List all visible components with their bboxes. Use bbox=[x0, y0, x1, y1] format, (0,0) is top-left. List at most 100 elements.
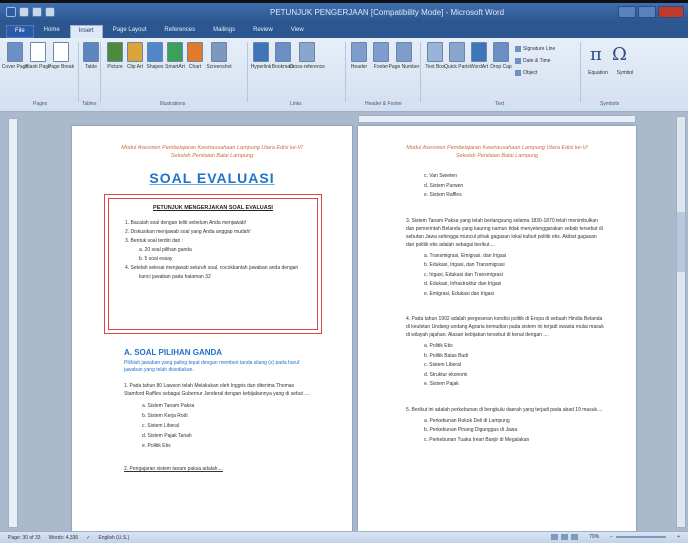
ribbon-button-label: SmartArt bbox=[165, 64, 185, 70]
cover-page-icon bbox=[7, 42, 23, 62]
group-label-tables: Tables bbox=[82, 101, 97, 107]
picture-icon bbox=[107, 42, 123, 62]
zoom-out-icon[interactable]: − bbox=[610, 534, 613, 540]
answer-option: e. Sistem Pajak bbox=[424, 381, 459, 387]
table-button[interactable]: Table bbox=[80, 42, 102, 70]
pi-icon[interactable]: π bbox=[590, 44, 602, 65]
language-indicator[interactable]: English (U.S.) bbox=[98, 535, 129, 541]
drop-cap-button[interactable]: Drop Cap bbox=[490, 42, 512, 70]
document-workspace: Modul Asesmen Pembelajaran Kewirausahaan… bbox=[0, 112, 688, 531]
header-button[interactable]: Header bbox=[348, 42, 370, 70]
cross-reference-button[interactable]: Cross-reference bbox=[289, 42, 325, 70]
group-separator bbox=[345, 42, 346, 102]
zoom-slider[interactable] bbox=[616, 536, 667, 538]
bookmark-icon bbox=[275, 42, 291, 62]
question-4: 4. Pada tahun 1902 adalah pergeseran kon… bbox=[406, 316, 604, 338]
wordart-button[interactable]: WordArt bbox=[468, 42, 490, 70]
tab-review[interactable]: Review bbox=[245, 25, 281, 38]
redo-icon[interactable] bbox=[45, 7, 55, 17]
minimize-button[interactable] bbox=[618, 6, 636, 18]
answer-option: c. Sistem Liberal bbox=[142, 423, 179, 429]
equation-button[interactable]: Equation bbox=[583, 68, 613, 76]
undo-icon[interactable] bbox=[32, 7, 42, 17]
group-separator bbox=[100, 42, 101, 102]
smartart-button[interactable]: SmartArt bbox=[164, 42, 186, 70]
question-3-options: a. Transmigrasi, Emigrasi, dan Irigasi b.… bbox=[358, 252, 636, 300]
question-1-options-continued: c. Van Swieten d. Sistem Purwen e. Sistem … bbox=[358, 172, 636, 201]
object-button[interactable]: Object bbox=[515, 70, 555, 76]
cover-page-button[interactable]: Cover Page bbox=[2, 42, 28, 70]
drop-cap-icon bbox=[493, 42, 509, 62]
page-number-button[interactable]: Page Number bbox=[389, 42, 419, 70]
word-logo-icon bbox=[6, 7, 16, 17]
scrollbar-thumb[interactable] bbox=[677, 212, 685, 272]
close-button[interactable] bbox=[658, 6, 684, 18]
screenshot-icon bbox=[211, 42, 227, 62]
zoom-in-icon[interactable]: + bbox=[677, 534, 680, 540]
date-time-button[interactable]: Date & Time bbox=[515, 58, 555, 64]
answer-option: d. Edukasi, Infrastruktur dan Irigasi bbox=[424, 281, 502, 287]
answer-option: b. Perkebunan Pinang Digunggus di Jawa bbox=[424, 427, 518, 433]
quick-parts-button[interactable]: Quick Parts bbox=[444, 42, 470, 70]
wordart-icon bbox=[471, 42, 487, 62]
shapes-button[interactable]: Shapes bbox=[144, 42, 166, 70]
tab-file[interactable]: File bbox=[6, 25, 34, 38]
ribbon-button-label: Drop Cap bbox=[490, 64, 512, 70]
question-3: 3. Sistem Tanam Paksa yang telah berlang… bbox=[406, 217, 603, 248]
page-count[interactable]: Page: 30 of 33 bbox=[8, 535, 41, 541]
ribbon-tabs: File Home Insert Page Layout References … bbox=[0, 22, 688, 38]
proofing-icon[interactable]: ✓ bbox=[86, 535, 90, 541]
maximize-button[interactable] bbox=[638, 6, 656, 18]
group-separator bbox=[247, 42, 248, 102]
clip-art-button[interactable]: Clip Art bbox=[124, 42, 146, 70]
question-2: 2. Pengajaran sistem tanam paksa adalah.… bbox=[124, 466, 223, 472]
symbol-button[interactable]: Symbol bbox=[612, 68, 638, 76]
ribbon-button-label: Shapes bbox=[146, 64, 164, 70]
full-screen-icon[interactable] bbox=[561, 534, 569, 540]
tab-home[interactable]: Home bbox=[36, 25, 68, 38]
page-number-icon bbox=[396, 42, 412, 62]
status-bar: Page: 30 of 33 Words: 4,336 ✓ English (U… bbox=[0, 531, 688, 543]
ribbon-button-label: Picture bbox=[107, 64, 123, 70]
chart-button[interactable]: Chart bbox=[184, 42, 206, 70]
vertical-scrollbar[interactable] bbox=[676, 116, 686, 528]
print-layout-icon[interactable] bbox=[551, 534, 559, 540]
horizontal-ruler bbox=[358, 115, 636, 123]
answer-option: c. Irigasi, Edukasi dan Transmigrasi bbox=[424, 271, 503, 278]
ribbon-button-label: Cross-reference bbox=[289, 64, 325, 70]
text-box-button[interactable]: Text Box bbox=[424, 42, 446, 70]
save-icon[interactable] bbox=[19, 7, 29, 17]
instruction-item: 1. Bacalah soal dengan teliti sebelum An… bbox=[125, 220, 247, 226]
zoom-level[interactable]: 70% bbox=[589, 534, 599, 540]
answer-option: e. Emigrasi, Edukasi dan Irigasi bbox=[424, 290, 495, 297]
instruction-item: b. 5 soal essay bbox=[139, 256, 173, 262]
signature-line-button[interactable]: Signature Line bbox=[515, 46, 555, 52]
tab-insert[interactable]: Insert bbox=[69, 25, 103, 38]
footer-icon bbox=[373, 42, 389, 62]
zoom-control: 70% − + bbox=[551, 534, 680, 540]
word-count[interactable]: Words: 4,336 bbox=[49, 535, 79, 541]
document-page-1[interactable]: Modul Asesmen Pembelajaran Kewirausahaan… bbox=[72, 126, 352, 531]
tab-page-layout[interactable]: Page Layout bbox=[105, 25, 155, 38]
picture-button[interactable]: Picture bbox=[104, 42, 126, 70]
group-label-links: Links bbox=[290, 101, 302, 107]
instructions-box: PETUNJUK MENGERJAKAN SOAL EVALUASI 1. Ba… bbox=[104, 194, 322, 334]
answer-option: a. Sistem Tanam Paksa bbox=[142, 403, 195, 409]
hyperlink-button[interactable]: Hyperlink bbox=[250, 42, 272, 70]
web-layout-icon[interactable] bbox=[571, 534, 579, 540]
blank-page-button[interactable]: Blank Page bbox=[25, 42, 51, 70]
tab-mailings[interactable]: Mailings bbox=[205, 25, 243, 38]
quick-parts-icon bbox=[449, 42, 465, 62]
omega-icon[interactable]: Ω bbox=[612, 44, 627, 65]
clip-art-icon bbox=[127, 42, 143, 62]
answer-option: a. Perkebunan Rokok Deli di Lampung bbox=[424, 417, 510, 424]
ribbon-button-label: Chart bbox=[188, 64, 202, 70]
tab-view[interactable]: View bbox=[283, 25, 312, 38]
document-page-2[interactable]: Modul Asesmen Pembelajaran Kewirausahaan… bbox=[358, 126, 636, 531]
question-1: 1. Pada tahun 80 Lawson telah Melakukan … bbox=[124, 383, 310, 397]
group-label-header-footer: Header & Footer bbox=[365, 101, 402, 107]
tab-references[interactable]: References bbox=[156, 25, 203, 38]
chart-icon bbox=[187, 42, 203, 62]
screenshot-button[interactable]: Screenshot bbox=[206, 42, 232, 70]
page-break-button[interactable]: Page Break bbox=[48, 42, 74, 70]
